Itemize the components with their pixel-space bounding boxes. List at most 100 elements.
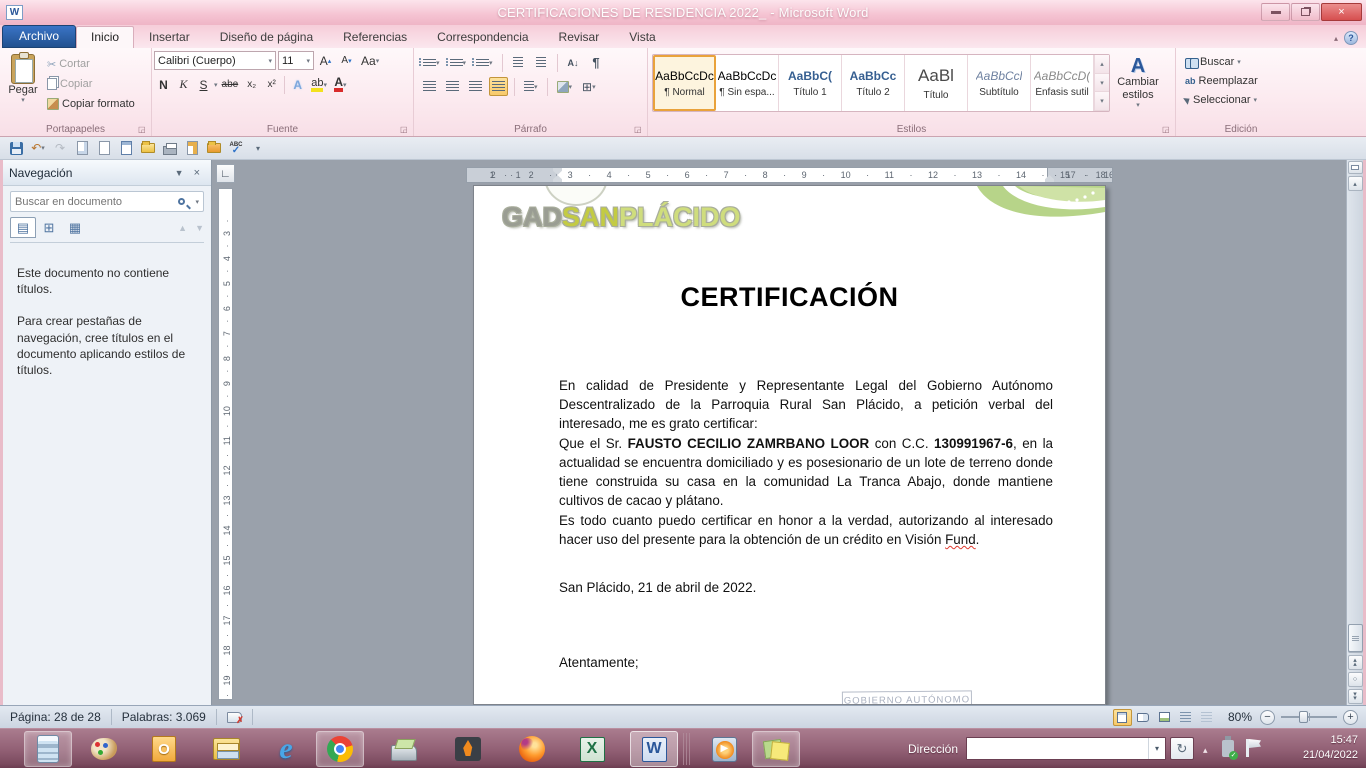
style-normal[interactable]: AaBbCcDc¶ Normal (653, 55, 716, 111)
draft-view-button[interactable] (1197, 709, 1216, 726)
highlight-button[interactable]: ab▾ (308, 75, 330, 94)
replace-button[interactable]: ab Reemplazar (1182, 72, 1300, 90)
nav-tab-pages[interactable]: ⊞ (36, 217, 62, 238)
tab-selector-button[interactable]: ∟ (216, 164, 235, 183)
dialog-launcher-portapapeles[interactable]: ◲ (138, 125, 148, 135)
change-case-button[interactable]: Aa▾ (358, 51, 382, 70)
word-count[interactable]: Palabras: 3.069 (112, 709, 217, 725)
underline-button[interactable]: S (194, 75, 213, 94)
restore-button[interactable] (1291, 3, 1320, 21)
zoom-out-button[interactable]: − (1260, 710, 1275, 725)
vertical-scrollbar[interactable]: ▴ ▾ ▴▴ ○ ▾▾ (1346, 160, 1363, 705)
bullets-button[interactable]: ▾ (420, 53, 443, 72)
dialog-launcher-estilos[interactable]: ◲ (1162, 125, 1172, 135)
new-document-button[interactable] (96, 140, 112, 156)
numbering-button[interactable]: ▾ (447, 53, 470, 72)
taskbar-file-manager[interactable] (202, 731, 250, 767)
fullscreen-reading-view-button[interactable] (1134, 709, 1153, 726)
sort-button[interactable]: A↓ (564, 53, 583, 72)
tab-archivo[interactable]: Archivo (2, 25, 76, 48)
tab-insertar[interactable]: Insertar (134, 26, 205, 48)
open-button[interactable] (140, 140, 156, 156)
italic-button[interactable]: K (174, 75, 193, 94)
increase-indent-button[interactable] (532, 53, 551, 72)
dialog-launcher-fuente[interactable]: ◲ (400, 125, 410, 135)
taskbar-scanner[interactable] (380, 731, 428, 767)
help-icon[interactable]: ? (1344, 31, 1358, 45)
decrease-indent-button[interactable] (509, 53, 528, 72)
nav-tab-results[interactable]: ▦ (62, 217, 88, 238)
strikethrough-button[interactable]: abe (219, 75, 242, 94)
copy-button[interactable]: Copiar (44, 75, 138, 93)
tab-referencias[interactable]: Referencias (328, 26, 422, 48)
browse-object-button[interactable]: ○ (1348, 672, 1363, 687)
zoom-in-button[interactable]: + (1343, 710, 1358, 725)
tab-revisar[interactable]: Revisar (544, 26, 615, 48)
search-options-caret-icon[interactable]: ▾ (195, 198, 199, 206)
address-dropdown-icon[interactable]: ▾ (1148, 738, 1165, 759)
attach-button[interactable] (118, 140, 134, 156)
format-painter-button[interactable]: Copiar formato (44, 95, 138, 113)
navigation-menu-icon[interactable]: ▼ (170, 168, 189, 178)
ruler-toggle-button[interactable] (1348, 161, 1363, 174)
usb-tray-icon[interactable] (1222, 740, 1234, 757)
taskbar-clock[interactable]: 15:47 21/04/2022 (1278, 733, 1358, 763)
taskbar-sticky-notes[interactable] (752, 731, 800, 767)
grow-font-button[interactable]: A▴ (316, 51, 335, 70)
style-titulo-1[interactable]: AaBbC(Título 1 (779, 55, 842, 111)
font-family-select[interactable]: Calibri (Cuerpo) ▾ (154, 51, 276, 70)
bold-button[interactable]: N (154, 75, 173, 94)
borders-button[interactable]: ⊞▾ (579, 77, 599, 96)
scroll-up-button[interactable]: ▴ (1348, 176, 1363, 191)
style-enfasis-sutil[interactable]: AaBbCcD(Énfasis sutil (1031, 55, 1094, 111)
page-indicator[interactable]: Página: 28 de 28 (0, 709, 112, 725)
proofing-status[interactable] (217, 709, 253, 725)
horizontal-ruler[interactable]: 2 · 1 · 1 · 2 · 3 · 4 · 5 · 6 · 7 · 8 · … (466, 167, 1113, 183)
align-center-button[interactable] (443, 77, 462, 96)
style-titulo[interactable]: AaBlTítulo (905, 55, 968, 111)
style-subtitulo[interactable]: AaBbCclSubtítulo (968, 55, 1031, 111)
zoom-slider[interactable] (1281, 716, 1337, 718)
taskbar-word[interactable]: W (630, 731, 678, 767)
action-center-flag-icon[interactable] (1246, 739, 1249, 757)
taskbar-outlook[interactable]: O (140, 731, 188, 767)
dialog-launcher-parrafo[interactable]: ◲ (634, 125, 644, 135)
previous-heading-icon[interactable]: ▲ (178, 223, 187, 233)
next-heading-icon[interactable]: ▼ (195, 223, 204, 233)
navigation-search-box[interactable]: ▾ (10, 191, 204, 212)
scrollbar-thumb[interactable] (1348, 624, 1363, 652)
taskbar-nero[interactable] (444, 731, 492, 767)
minimize-button[interactable] (1261, 3, 1290, 21)
align-right-button[interactable] (466, 77, 485, 96)
show-marks-button[interactable]: ¶ (587, 53, 606, 72)
qat-more-button[interactable]: ▾ (250, 140, 266, 156)
nav-tab-headings[interactable]: ▤ (10, 217, 36, 238)
text-effects-button[interactable]: A (288, 75, 307, 94)
document-page[interactable]: GADSANPLÁCIDO CERTIFICACIÓN En calidad d… (473, 185, 1106, 705)
address-toolbar[interactable]: ▾ (966, 737, 1166, 760)
superscript-button[interactable]: x² (262, 75, 281, 94)
select-button[interactable]: Seleccionar ▾ (1182, 91, 1300, 109)
taskbar-chrome[interactable] (316, 731, 364, 767)
save-button[interactable] (8, 140, 24, 156)
print-layout-view-button[interactable] (1113, 709, 1132, 726)
zoom-slider-thumb[interactable] (1299, 711, 1308, 723)
tab-inicio[interactable]: Inicio (76, 26, 134, 48)
taskbar-paint[interactable] (80, 731, 128, 767)
hidden-icons-chevron[interactable]: ▴ (1203, 745, 1208, 756)
line-spacing-button[interactable]: ▾ (521, 77, 541, 96)
navigation-close-icon[interactable]: × (189, 167, 205, 179)
font-color-button[interactable]: A▾ (331, 75, 350, 94)
outline-view-button[interactable] (1176, 709, 1195, 726)
taskbar-firefox[interactable] (508, 731, 556, 767)
taskbar-internet-explorer[interactable]: e (262, 731, 310, 767)
address-go-button[interactable]: ↻ (1170, 737, 1194, 760)
edit-document-button[interactable] (184, 140, 200, 156)
multilevel-list-button[interactable]: ▾ (473, 53, 496, 72)
subscript-button[interactable]: x₂ (242, 75, 261, 94)
change-styles-button[interactable]: A Cambiar estilos ▾ (1110, 54, 1166, 112)
folder-star-button[interactable] (206, 140, 222, 156)
shrink-font-button[interactable]: A▾ (337, 51, 356, 70)
spelling-button[interactable]: ABC✓ (228, 140, 244, 156)
font-size-select[interactable]: 11 ▾ (278, 51, 314, 70)
